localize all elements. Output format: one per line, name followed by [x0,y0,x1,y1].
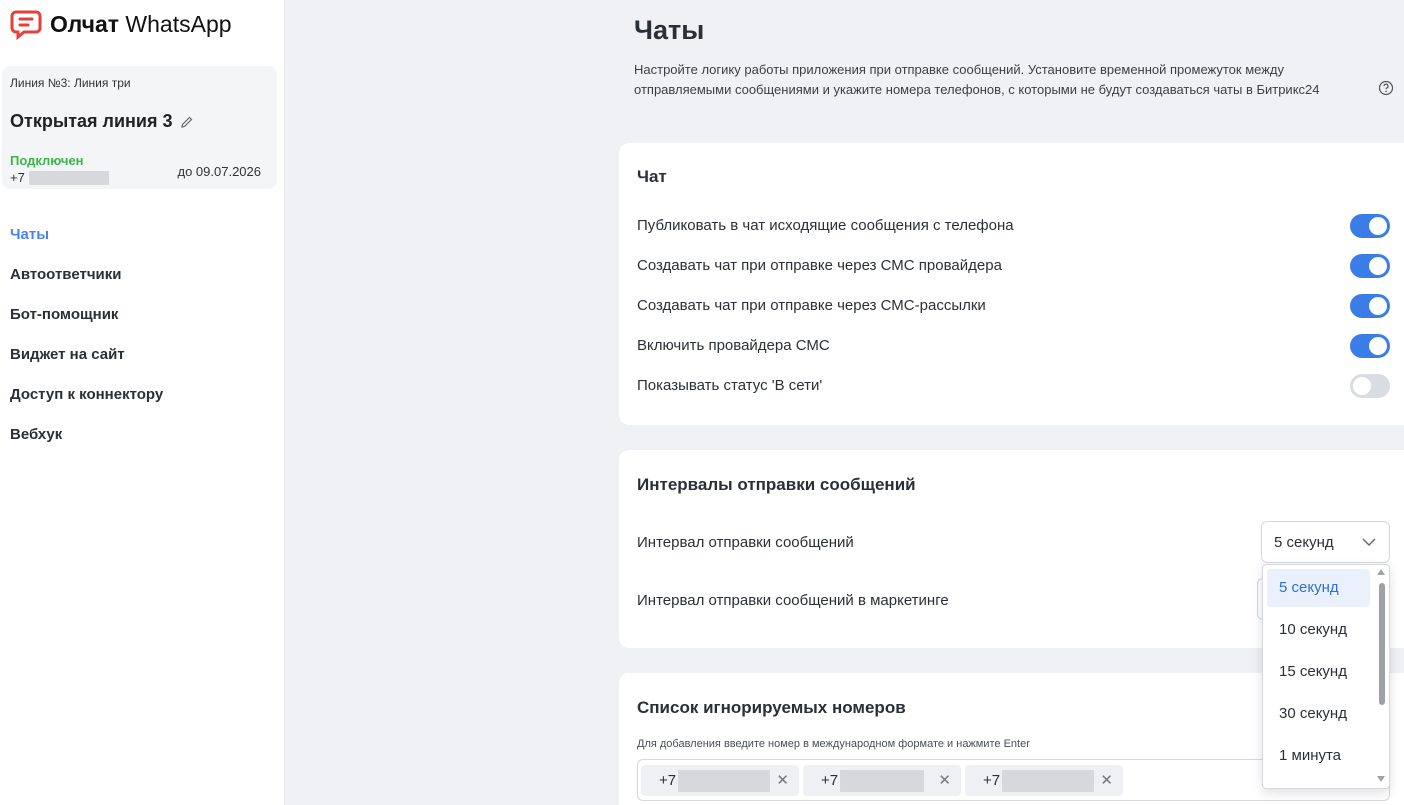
phone-tag: +7 ✕ [803,765,961,796]
phone-tag: +7 ✕ [965,765,1123,796]
expiry-date: до 09.07.2026 [177,164,262,179]
intervals-section-title: Интервалы отправки сообщений [637,475,916,494]
tag-prefix: +7 [983,772,1001,789]
edit-pencil-icon[interactable] [180,115,194,129]
nav-item-bot-assistant[interactable]: Бот-помощник [10,306,163,346]
nav-item-site-widget[interactable]: Виджет на сайт [10,346,163,386]
line-phone: +7 [10,170,109,185]
page-title: Чаты [634,15,705,45]
help-icon[interactable] [1378,80,1394,96]
sidebar-nav: Чаты Автоответчики Бот-помощник Виджет н… [10,226,163,466]
chat-settings-card: Чат Публиковать в чат исходящие сообщени… [619,143,1404,425]
marketing-interval-label: Интервал отправки сообщений в маркетинге [637,592,949,609]
tag-prefix: +7 [659,772,677,789]
dropdown-option[interactable]: 15 секунд [1267,653,1370,691]
page-description: Настройте логику работы приложения при о… [634,62,1320,97]
setting-label-create-chat-sms-provider: Создавать чат при отправке через СМС про… [637,257,1002,274]
phone-tag: +7 ✕ [641,765,799,796]
nav-item-chats[interactable]: Чаты [10,226,163,266]
nav-item-webhook[interactable]: Вебхук [10,426,163,466]
masked-phone [840,769,925,792]
nav-item-connector-access[interactable]: Доступ к коннектору [10,386,163,426]
chat-section-title: Чат [637,167,667,186]
nav-item-autoresponders[interactable]: Автоответчики [10,266,163,306]
connection-status: Подключен [10,153,84,168]
dropdown-scrollbar[interactable] [1379,583,1385,705]
interval-dropdown: 5 секунд 10 секунд 15 секунд 30 секунд 1… [1262,564,1390,789]
setting-label-create-chat-sms-mailing: Создавать чат при отправке через СМС-рас… [637,297,986,314]
toggle-create-chat-sms-provider[interactable] [1350,254,1390,278]
phone-prefix: +7 [10,170,25,185]
line-title-text: Открытая линия 3 [10,111,173,131]
remove-tag-icon[interactable]: ✕ [938,771,951,789]
interval-select-value: 5 секунд [1274,534,1334,551]
ignored-section-title: Список игнорируемых номеров [637,698,906,717]
masked-phone [678,769,771,792]
setting-label-enable-sms-provider: Включить провайдера СМС [637,337,830,354]
line-card: Линия №3: Линия три Открытая линия 3 Под… [2,66,277,189]
sidebar: Олчат WhatsApp Линия №3: Линия три Откры… [0,0,285,805]
toggle-enable-sms-provider[interactable] [1350,334,1390,358]
chat-logo-icon [10,10,42,40]
chevron-down-icon [1362,538,1376,546]
toggle-online-status[interactable] [1350,374,1390,398]
dropdown-option[interactable]: 5 секунд [1267,569,1370,607]
ignored-hint: Для добавления введите номер в междунаро… [637,738,1030,750]
dropdown-option[interactable]: 30 секунд [1267,695,1370,733]
toggle-publish-outgoing[interactable] [1350,214,1390,238]
setting-label-publish-outgoing: Публиковать в чат исходящие сообщения с … [637,217,1014,234]
line-subtitle: Линия №3: Линия три [10,76,131,90]
scroll-down-arrow-icon[interactable] [1377,776,1385,782]
dropdown-option[interactable]: 10 секунд [1267,611,1370,649]
brand-name: Олчат WhatsApp [50,10,232,37]
scroll-up-arrow-icon[interactable] [1377,569,1385,575]
interval-select[interactable]: 5 секунд [1261,521,1390,563]
masked-phone [28,170,109,185]
tag-prefix: +7 [821,772,839,789]
brand[interactable]: Олчат WhatsApp [10,8,232,40]
toggle-create-chat-sms-mailing[interactable] [1350,294,1390,318]
remove-tag-icon[interactable]: ✕ [776,771,789,789]
masked-phone [1002,769,1095,792]
setting-label-online-status: Показывать статус 'В сети' [637,377,823,394]
remove-tag-icon[interactable]: ✕ [1100,771,1113,789]
dropdown-option[interactable]: 1 минута [1267,737,1370,775]
line-title: Открытая линия 3 [10,111,194,132]
interval-label: Интервал отправки сообщений [637,534,854,551]
